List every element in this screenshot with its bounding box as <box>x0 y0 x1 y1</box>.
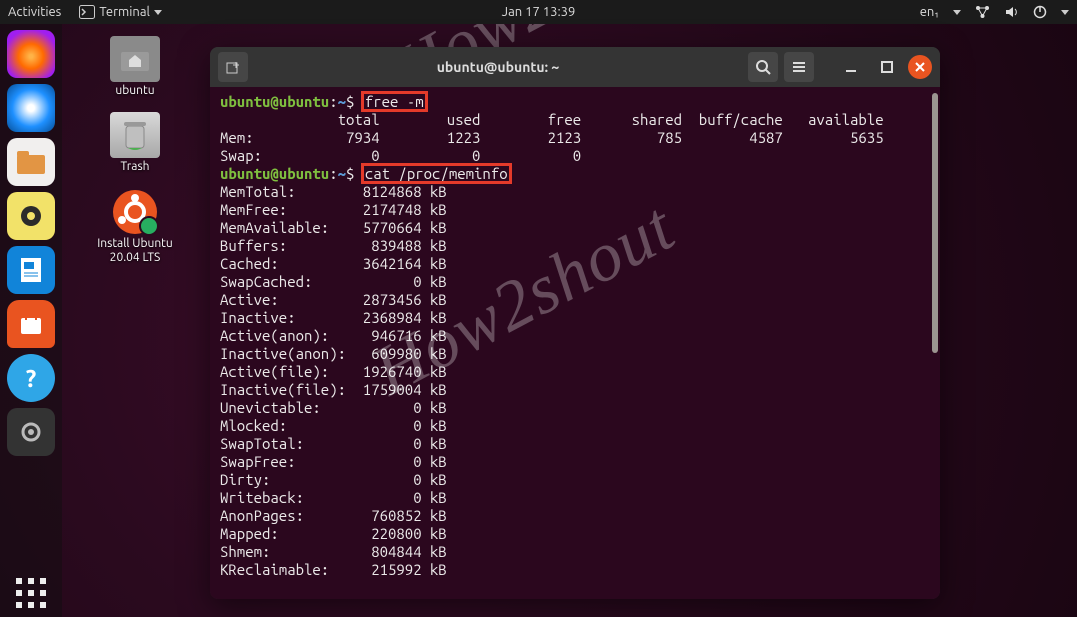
volume-icon[interactable] <box>1005 5 1019 19</box>
dock-app-files[interactable] <box>7 138 55 186</box>
close-icon <box>914 61 926 73</box>
dock-app-libreoffice-writer[interactable] <box>7 246 55 294</box>
app-menu-terminal[interactable]: Terminal <box>79 5 162 19</box>
document-icon <box>17 255 45 285</box>
app-menu-label: Terminal <box>99 5 150 19</box>
search-button[interactable] <box>748 52 778 82</box>
new-tab-button[interactable] <box>218 52 248 82</box>
free-output-swap: Swap: 0 0 0 <box>220 147 581 164</box>
prompt-user: ubuntu@ubuntu <box>220 93 329 110</box>
free-output-mem: Mem: 7934 1223 2123 785 4587 5635 <box>220 129 884 146</box>
meminfo-output: MemTotal: 8124868 kB MemFree: 2174748 kB… <box>220 183 447 578</box>
activities-button[interactable]: Activities <box>8 5 61 19</box>
ubuntu-logo-icon <box>113 190 157 234</box>
prompt-path: ~ <box>338 93 346 110</box>
gnome-top-bar: Activities Terminal Jan 17 13:39 en₁ <box>0 0 1077 24</box>
hamburger-menu-button[interactable] <box>784 52 814 82</box>
prompt-user: ubuntu@ubuntu <box>220 165 329 182</box>
highlighted-command-cat-meminfo: cat /proc/meminfo <box>363 165 510 182</box>
network-icon[interactable] <box>975 5 991 19</box>
desktop-icon-install-ubuntu[interactable]: Install Ubuntu 20.04 LTS <box>97 189 173 266</box>
terminal-titlebar[interactable]: ubuntu@ubuntu: ~ <box>210 47 940 87</box>
speaker-icon <box>18 203 44 229</box>
hamburger-icon <box>791 60 807 74</box>
window-maximize-button[interactable] <box>872 52 902 82</box>
prompt-sep: : <box>329 165 337 182</box>
chevron-down-icon <box>154 10 162 15</box>
home-folder-icon <box>120 47 150 71</box>
gear-icon <box>16 417 46 447</box>
desktop-icon-trash[interactable]: Trash <box>110 112 160 174</box>
maximize-icon <box>880 60 894 74</box>
desktop-icon-label: ubuntu <box>115 84 154 98</box>
dock-app-rhythmbox[interactable] <box>7 192 55 240</box>
desktop-icons: ubuntu Trash Install Ubuntu 20.04 LTS <box>80 36 190 266</box>
desktop-icon-label: Trash <box>120 160 149 174</box>
free-output-header: total used free shared buff/cache availa… <box>220 111 884 128</box>
chevron-down-icon <box>1061 10 1069 15</box>
input-language-indicator[interactable]: en₁ <box>920 5 939 19</box>
desktop-icon-label: Install Ubuntu 20.04 LTS <box>97 237 173 266</box>
search-icon <box>755 59 771 75</box>
scrollbar-thumb[interactable] <box>932 93 938 353</box>
terminal-window: ubuntu@ubuntu: ~ ubuntu@ubuntu:~$ free -… <box>210 47 940 599</box>
power-icon[interactable] <box>1033 5 1047 19</box>
window-minimize-button[interactable] <box>836 52 866 82</box>
shopping-bag-icon <box>18 312 44 336</box>
trash-icon <box>121 118 149 152</box>
chevron-down-icon <box>953 10 961 15</box>
terminal-icon <box>79 5 95 19</box>
dock-app-thunderbird[interactable] <box>7 84 55 132</box>
dock-app-ubuntu-software[interactable] <box>7 300 55 348</box>
show-applications-button[interactable] <box>7 569 55 617</box>
folder-icon <box>16 150 46 175</box>
prompt-path: ~ <box>338 165 346 182</box>
prompt-char: $ <box>346 165 354 182</box>
dock-app-help[interactable]: ? <box>7 354 55 402</box>
dock-app-firefox[interactable] <box>7 30 55 78</box>
dock: ? <box>0 24 62 617</box>
minimize-icon <box>844 60 858 74</box>
dock-app-settings[interactable] <box>7 408 55 456</box>
highlighted-command-free: free -m <box>363 93 426 110</box>
new-tab-icon <box>225 59 241 75</box>
prompt-char: $ <box>346 93 354 110</box>
window-close-button[interactable] <box>908 55 932 79</box>
desktop-icon-home[interactable]: ubuntu <box>110 36 160 98</box>
window-title: ubuntu@ubuntu: ~ <box>254 59 742 75</box>
prompt-sep: : <box>329 93 337 110</box>
terminal-output[interactable]: ubuntu@ubuntu:~$ free -m total used free… <box>210 87 940 599</box>
clock[interactable]: Jan 17 13:39 <box>502 5 576 19</box>
